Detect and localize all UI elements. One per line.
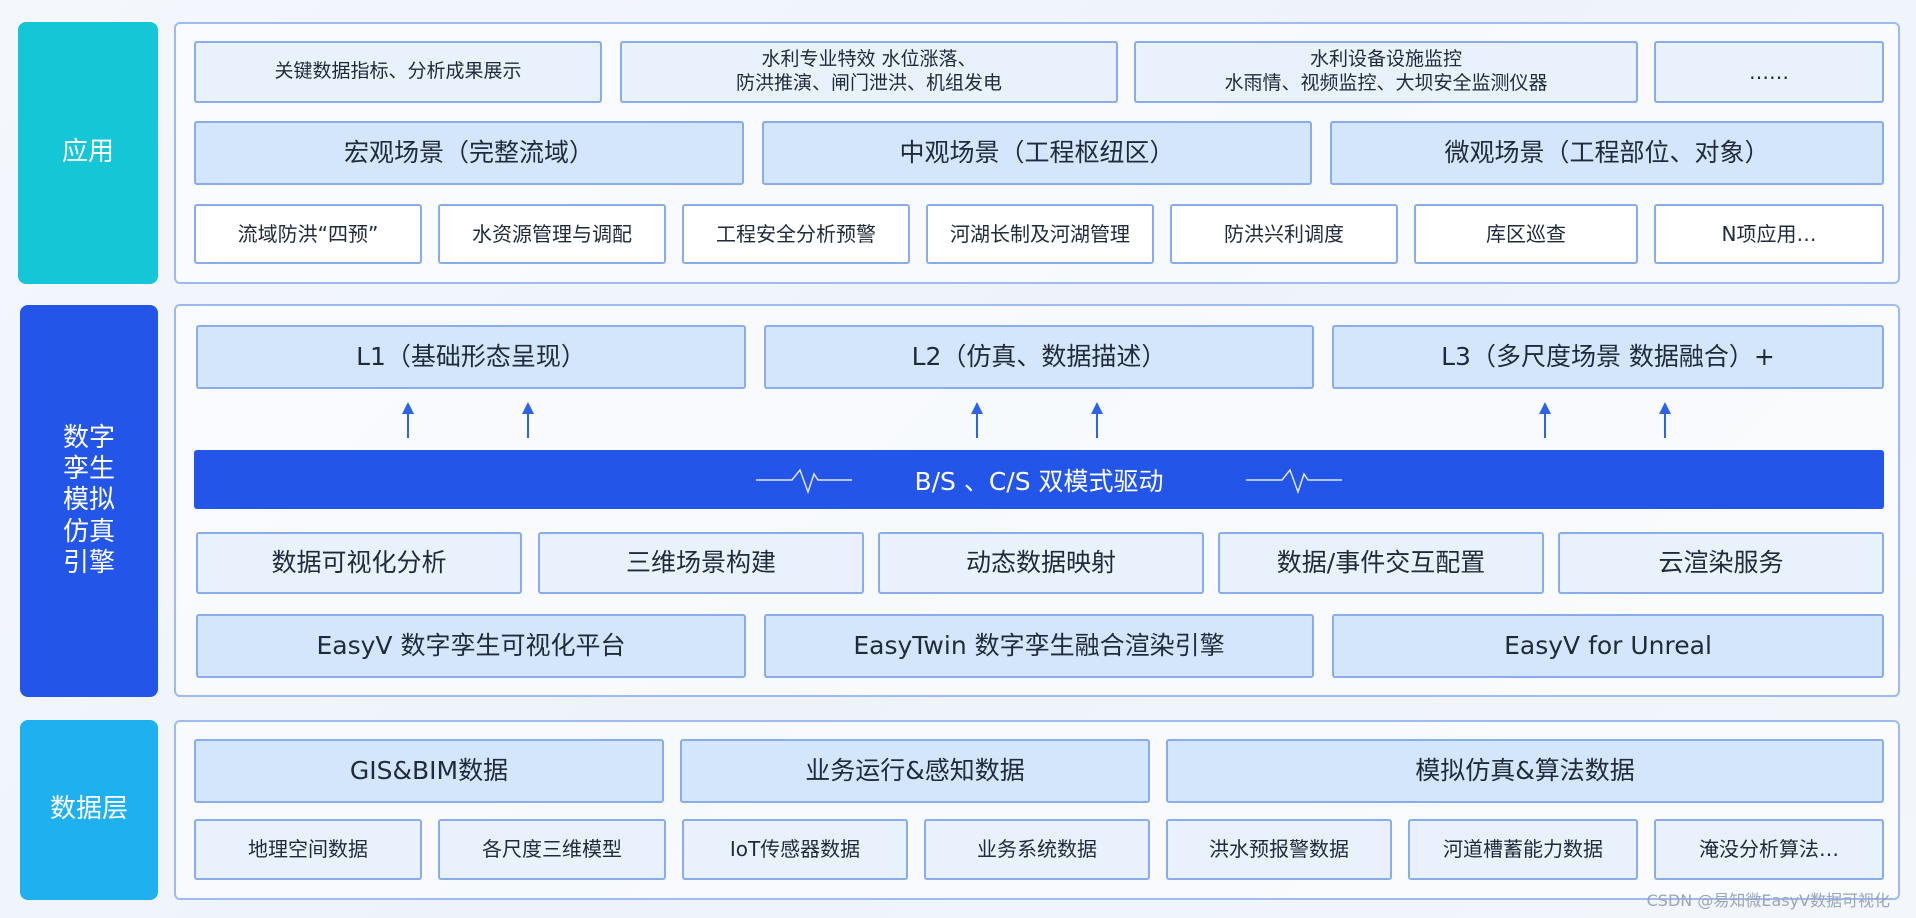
capability-data-mapping: 动态数据映射: [878, 532, 1204, 594]
layer-label-engine: 数字 孪生 模拟 仿真 引擎: [20, 305, 158, 697]
drive-mode-label: B/S 、C/S 双模式驱动: [914, 466, 1164, 496]
data-item-channel-storage: 河道槽蓄能力数据: [1408, 819, 1638, 880]
data-category-gis-bim: GIS&BIM数据: [194, 739, 664, 803]
app-scene-micro: 微观场景（工程部位、对象）: [1330, 121, 1884, 185]
app-item-water-resources: 水资源管理与调配: [438, 204, 666, 264]
data-category-simulation-algorithm: 模拟仿真&算法数据: [1166, 739, 1884, 803]
capability-interaction-config: 数据/事件交互配置: [1218, 532, 1544, 594]
data-item-iot-sensors: IoT传感器数据: [682, 819, 908, 880]
platform-easytwin: EasyTwin 数字孪生融合渲染引擎: [764, 614, 1314, 678]
engine-level-l1: L1（基础形态呈现）: [196, 325, 746, 389]
engine-level-l3: L3（多尺度场景 数据融合）+: [1332, 325, 1884, 389]
app-item-reservoir-patrol: 库区巡查: [1414, 204, 1638, 264]
pulse-icon: [1246, 468, 1342, 495]
app-box-device-monitoring: 水利设备设施监控 水雨情、视频监控、大坝安全监测仪器: [1134, 41, 1638, 103]
capability-3d-scene: 三维场景构建: [538, 532, 864, 594]
app-item-n-apps: N项应用…: [1654, 204, 1884, 264]
data-item-geospatial: 地理空间数据: [194, 819, 422, 880]
platform-easyv-unreal: EasyV for Unreal: [1332, 614, 1884, 678]
engine-level-l2: L2（仿真、数据描述）: [764, 325, 1314, 389]
app-scene-macro: 宏观场景（完整流域）: [194, 121, 744, 185]
layer-label-data: 数据层: [20, 720, 158, 900]
app-box-more: ……: [1654, 41, 1884, 103]
platform-easyv: EasyV 数字孪生可视化平台: [196, 614, 746, 678]
app-box-key-metrics: 关键数据指标、分析成果展示: [194, 41, 602, 103]
drive-mode-bar: B/S 、C/S 双模式驱动: [194, 450, 1884, 509]
capability-cloud-render: 云渲染服务: [1558, 532, 1884, 594]
app-item-flood-four: 流域防洪“四预”: [194, 204, 422, 264]
data-item-3d-models: 各尺度三维模型: [438, 819, 666, 880]
pulse-icon: [756, 468, 852, 495]
app-item-safety-warning: 工程安全分析预警: [682, 204, 910, 264]
data-category-business-sensing: 业务运行&感知数据: [680, 739, 1150, 803]
watermark-text: CSDN @易知微EasyV数据可视化: [1646, 891, 1890, 910]
app-box-hydro-effects: 水利专业特效 水位涨落、 防洪推演、闸门泄洪、机组发电: [620, 41, 1118, 103]
data-item-flood-forecast: 洪水预报警数据: [1166, 819, 1392, 880]
app-item-river-lake: 河湖长制及河湖管理: [926, 204, 1154, 264]
app-scene-meso: 中观场景（工程枢纽区）: [762, 121, 1312, 185]
app-item-dispatch: 防洪兴利调度: [1170, 204, 1398, 264]
data-item-inundation-algorithm: 淹没分析算法…: [1654, 819, 1884, 880]
layer-label-app: 应用: [18, 22, 158, 284]
capability-visual-analysis: 数据可视化分析: [196, 532, 522, 594]
data-item-business-systems: 业务系统数据: [924, 819, 1150, 880]
